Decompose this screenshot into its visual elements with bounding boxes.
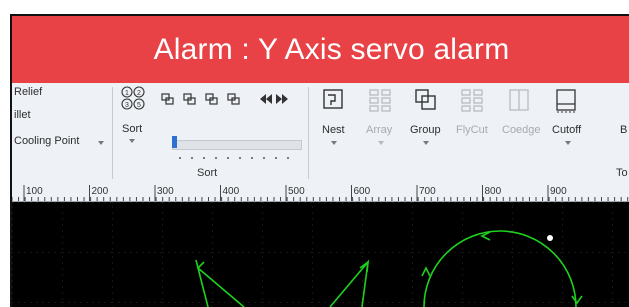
svg-text:3: 3 — [125, 102, 129, 109]
horizontal-ruler: 100 200 300 400 500 600 700 800 900 — [12, 183, 629, 202]
sort-slider-ticks — [174, 157, 298, 159]
ruler-tick-label: 800 — [485, 186, 502, 197]
flycut-label: FlyCut — [456, 124, 488, 136]
fast-forward-icon[interactable] — [274, 91, 290, 107]
sort-group-caption: Sort — [197, 167, 218, 179]
flycut-icon — [461, 89, 483, 112]
drawing-canvas[interactable] — [12, 202, 629, 307]
ribbon-separator — [112, 87, 113, 179]
ruler-tick-label: 900 — [550, 186, 567, 197]
canvas-drawing — [12, 202, 629, 307]
nest-button[interactable]: Nest — [318, 86, 348, 156]
group-button[interactable]: Group — [406, 86, 444, 156]
fillet-item[interactable]: illet — [14, 109, 31, 121]
array-label: Array — [366, 124, 393, 136]
alarm-banner: Alarm : Y Axis servo alarm — [12, 16, 629, 83]
cutoff-label: Cutoff — [552, 124, 582, 136]
sort-tool-4-icon[interactable] — [226, 91, 242, 107]
cutoff-dropdown-icon[interactable] — [565, 141, 571, 145]
cooling-point-item[interactable]: Cooling Point — [14, 135, 79, 147]
sort-slider-track[interactable] — [172, 140, 302, 150]
nest-icon — [323, 89, 343, 109]
group-icon — [415, 89, 436, 110]
sort-order-icon[interactable]: 1 2 3 5 — [120, 85, 148, 115]
group-dropdown-icon[interactable] — [423, 141, 429, 145]
ruler-tick-label: 600 — [354, 186, 371, 197]
svg-text:1: 1 — [125, 90, 129, 97]
relief-item[interactable]: Relief — [14, 86, 42, 98]
group-label: Group — [410, 124, 441, 136]
sort-button-label[interactable]: Sort — [122, 123, 142, 135]
ribbon-toolbar: Relief illet Cooling Point 1 2 3 5 Sort — [12, 83, 629, 183]
cutoff-button[interactable]: Cutoff — [546, 86, 588, 156]
nest-label: Nest — [322, 124, 345, 136]
coedge-label: Coedge — [502, 124, 541, 136]
ruler-tick-label: 700 — [419, 186, 436, 197]
ruler-ticks: 100 200 300 400 500 600 700 800 900 — [12, 185, 629, 201]
sort-tool-1-icon[interactable] — [160, 91, 176, 107]
canvas-grid — [12, 202, 629, 307]
nest-dropdown-icon[interactable] — [331, 141, 337, 145]
screenshot-frame: Alarm : Y Axis servo alarm Relief illet … — [10, 14, 629, 307]
sort-tool-2-icon[interactable] — [182, 91, 198, 107]
array-icon — [369, 89, 391, 112]
partial-button-label[interactable]: B — [620, 124, 627, 136]
ruler-tick-label: 500 — [288, 186, 305, 197]
array-dropdown-icon[interactable] — [378, 141, 384, 145]
ruler-tick-label: 200 — [92, 186, 109, 197]
array-button[interactable]: Array — [362, 86, 396, 156]
svg-text:5: 5 — [137, 102, 141, 109]
sort-slider-thumb[interactable] — [172, 136, 177, 148]
pierce-point-marker — [547, 235, 553, 241]
cooling-point-dropdown-icon[interactable] — [98, 141, 104, 145]
sort-tool-3-icon[interactable] — [204, 91, 220, 107]
ruler-tick-label: 400 — [223, 186, 240, 197]
rewind-icon[interactable] — [258, 91, 274, 107]
tools-group-caption: To — [616, 167, 628, 179]
coedge-icon — [509, 89, 529, 111]
ribbon-separator — [308, 87, 309, 179]
cutoff-icon — [556, 89, 576, 113]
svg-text:2: 2 — [137, 90, 141, 97]
sort-dropdown-icon[interactable] — [129, 139, 135, 143]
flycut-button[interactable]: FlyCut — [452, 86, 490, 156]
ruler-tick-label: 300 — [157, 186, 174, 197]
ruler-tick-label: 100 — [26, 186, 43, 197]
coedge-button[interactable]: Coedge — [498, 86, 541, 156]
alarm-message: Alarm : Y Axis servo alarm — [153, 32, 510, 66]
